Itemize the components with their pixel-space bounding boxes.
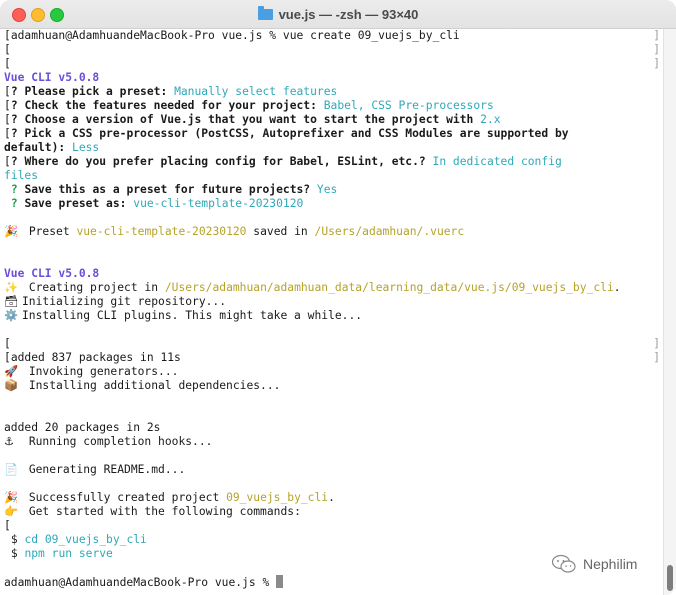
- page-icon: 📄: [4, 463, 19, 476]
- folder-icon: [257, 5, 273, 20]
- terminal-line: [adamhuan@AdamhuandeMacBook-Pro vue.js %…: [4, 29, 658, 42]
- package-icon: 📦: [4, 379, 19, 392]
- terminal-line: []: [4, 337, 658, 350]
- readme-line: 📄 Generating README.md...: [4, 463, 186, 476]
- watermark-text: Nephilim: [583, 556, 638, 572]
- title-bar: vue.js — -zsh — 93×40: [0, 0, 676, 29]
- command-hint-line: $ cd 09_vuejs_by_cli: [10, 533, 147, 546]
- prompt-question-line: files: [4, 169, 39, 182]
- command-text: vue create 09_vuejs_by_cli: [282, 29, 460, 42]
- installing-deps-line: 📦 Installing additional dependencies...: [4, 379, 281, 392]
- prompt-question-line: [? Pick a CSS pre-processor (PostCSS, Au…: [4, 127, 569, 140]
- completion-hooks-line: ⚓ Running completion hooks...: [4, 435, 213, 448]
- init-git-line: 🗃 Initializing git repository...: [4, 295, 227, 308]
- shell-prompt: adamhuan@AdamhuandeMacBook-Pro vue.js %: [4, 576, 270, 589]
- shell-prompt: adamhuan@AdamhuandeMacBook-Pro vue.js %: [10, 29, 277, 42]
- success-line: 🎉 Successfully created project 09_vuejs_…: [4, 491, 335, 504]
- get-started-line: 👉 Get started with the following command…: [4, 505, 301, 518]
- text-cursor: [276, 575, 284, 588]
- vue-cli-version: Vue CLI v5.0.8: [4, 71, 100, 84]
- terminal-window: vue.js — -zsh — 93×40 [ adamhuan@Adamhuan…: [0, 0, 676, 595]
- vertical-scrollbar[interactable]: [663, 29, 676, 595]
- rocket-icon: 🚀: [4, 365, 19, 378]
- terminal-line: []: [4, 43, 658, 56]
- preset-saved-line: 🎉 Preset vue-cli-template-20230120 saved…: [4, 225, 465, 238]
- prompt-question-line: ? Save this as a preset for future proje…: [10, 183, 338, 196]
- invoking-line: 🚀 Invoking generators...: [4, 365, 179, 378]
- install-plugins-line: ⚙️ Installing CLI plugins. This might tak…: [4, 309, 363, 322]
- gear-icon: ⚙️: [4, 309, 19, 322]
- point-right-icon: 👉: [4, 505, 19, 518]
- window-title: vue.js — -zsh — 93×40: [0, 0, 676, 28]
- prompt-question-line: ? Save preset as: vue-cli-template-20230…: [10, 197, 304, 210]
- prompt-question-line: [? Check the features needed for your pr…: [4, 99, 494, 112]
- anchor-icon: ⚓: [4, 435, 15, 448]
- sparkles-icon: ✨: [4, 281, 19, 294]
- creating-project-line: ✨ Creating project in /Users/adamhuan/ad…: [4, 281, 621, 294]
- prompt-question-line: [? Please pick a preset: Manually select…: [4, 85, 338, 98]
- prompt-question-line: default): Less: [4, 141, 100, 154]
- vue-cli-version: Vue CLI v5.0.8: [4, 267, 100, 280]
- terminal-content[interactable]: [ adamhuan@AdamhuandeMacBook-Pro vue.js %…: [0, 29, 662, 595]
- git-icon: 🗃: [4, 295, 19, 308]
- terminal-line: [: [4, 519, 11, 532]
- current-prompt-line[interactable]: adamhuan@AdamhuandeMacBook-Pro vue.js %: [4, 575, 658, 589]
- watermark: Nephilim: [551, 554, 637, 574]
- added-packages-line: added 20 packages in 2s: [4, 421, 161, 434]
- terminal-line: []: [4, 57, 658, 70]
- prompt-question-line: [? Choose a version of Vue.js that you w…: [4, 113, 501, 126]
- party-icon: 🎉: [4, 225, 19, 238]
- added-packages-line: [added 837 packages in 11s]: [4, 351, 658, 364]
- window-title-text: vue.js — -zsh — 93×40: [278, 6, 419, 22]
- party-icon: 🎉: [4, 491, 19, 504]
- wechat-icon: [551, 554, 576, 573]
- prompt-question-line: [? Where do you prefer placing config fo…: [4, 155, 562, 168]
- scrollbar-thumb[interactable]: [667, 565, 673, 591]
